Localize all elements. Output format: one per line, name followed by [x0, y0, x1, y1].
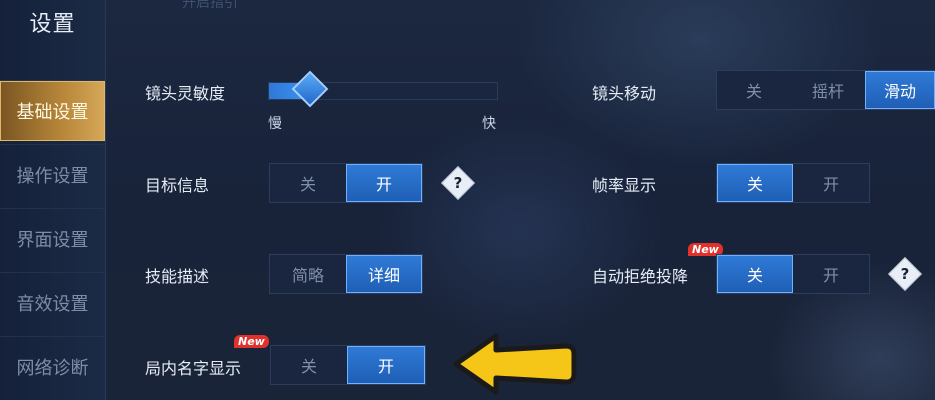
frame-rate-toggle: 关 开 — [716, 163, 870, 203]
skill-desc-detailed-option[interactable]: 详细 — [346, 255, 422, 293]
target-info-off-option[interactable]: 关 — [270, 164, 346, 202]
slider-max-label: 快 — [482, 116, 496, 132]
camera-move-swipe-option[interactable]: 滑动 — [865, 71, 935, 109]
skill-desc-toggle: 简略 详细 — [269, 254, 423, 294]
show-names-on-option[interactable]: 开 — [347, 346, 425, 384]
frame-rate-label: 帧率显示 — [592, 176, 657, 195]
frame-rate-off-option[interactable]: 关 — [717, 164, 793, 202]
sidebar-item-interface[interactable]: 界面设置 — [0, 208, 105, 269]
show-names-off-option[interactable]: 关 — [271, 346, 347, 384]
target-info-help-icon[interactable]: ? — [441, 166, 475, 200]
auto-reject-off-option[interactable]: 关 — [717, 255, 793, 293]
auto-reject-on-option[interactable]: 开 — [793, 255, 869, 293]
auto-reject-toggle: 关 开 — [716, 254, 870, 294]
camera-sensitivity-label: 镜头灵敏度 — [145, 84, 226, 103]
camera-move-label: 镜头移动 — [592, 84, 657, 103]
sidebar: 设置 基础设置 操作设置 界面设置 音效设置 网络诊断 — [0, 0, 106, 400]
auto-reject-label: 自动拒绝投降 — [592, 267, 689, 286]
target-info-on-option[interactable]: 开 — [346, 164, 422, 202]
slider-handle[interactable] — [291, 70, 329, 108]
new-badge: New — [234, 335, 269, 348]
sidebar-item-basic[interactable]: 基础设置 — [0, 80, 105, 141]
camera-move-toggle: 关 摇杆 滑动 — [716, 70, 935, 110]
skill-desc-label: 技能描述 — [145, 267, 210, 286]
camera-move-off-option[interactable]: 关 — [717, 71, 791, 109]
frame-rate-on-option[interactable]: 开 — [793, 164, 869, 202]
help-glyph: ? — [900, 265, 910, 283]
show-names-toggle: 关 开 — [270, 345, 426, 385]
sidebar-item-audio[interactable]: 音效设置 — [0, 272, 105, 333]
top-hint-text: 开启指引 — [182, 0, 238, 11]
settings-title: 设置 — [29, 12, 76, 37]
camera-move-joystick-option[interactable]: 摇杆 — [791, 71, 865, 109]
target-info-toggle: 关 开 — [269, 163, 423, 203]
show-names-label: 局内名字显示 — [145, 359, 242, 378]
sidebar-item-network[interactable]: 网络诊断 — [0, 336, 105, 397]
auto-reject-help-icon[interactable]: ? — [888, 257, 922, 291]
pointer-arrow-icon — [453, 333, 577, 395]
slider-min-label: 慢 — [268, 116, 282, 132]
sidebar-item-controls[interactable]: 操作设置 — [0, 144, 105, 205]
skill-desc-brief-option[interactable]: 简略 — [270, 255, 346, 293]
help-glyph: ? — [453, 174, 463, 192]
target-info-label: 目标信息 — [145, 176, 210, 195]
